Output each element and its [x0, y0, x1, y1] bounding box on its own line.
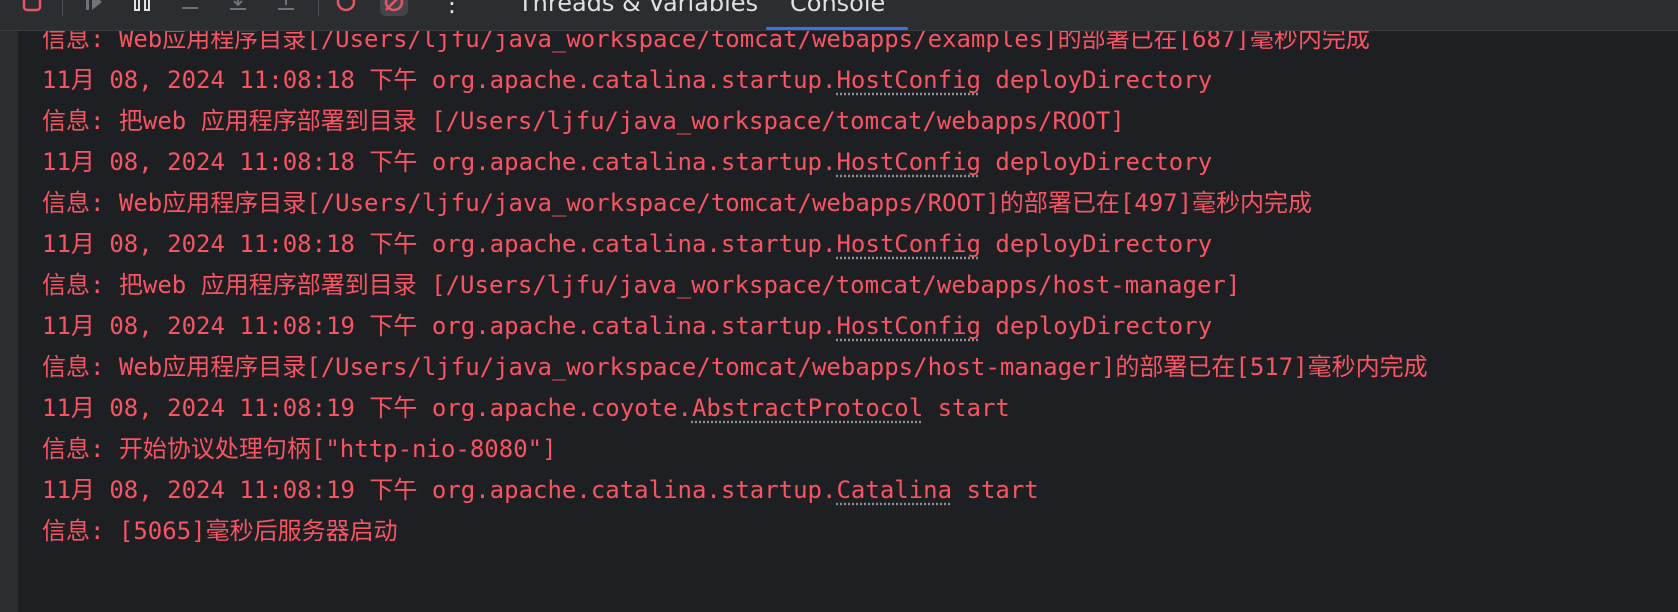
resume-icon[interactable] [80, 0, 108, 16]
log-line: 信息: Web应用程序目录[/Users/ljfu/java_workspace… [42, 353, 1428, 381]
step-out-icon[interactable] [272, 0, 300, 16]
console-gutter [0, 31, 18, 612]
log-line: 信息: 把web 应用程序部署到目录 [/Users/ljfu/java_wor… [42, 271, 1241, 299]
step-over-icon[interactable] [176, 0, 204, 16]
stop-icon[interactable] [18, 0, 46, 16]
class-link[interactable]: Catalina [836, 476, 952, 504]
active-tab-indicator [766, 27, 908, 30]
more-options-icon[interactable]: ⋮ [440, 0, 464, 18]
class-link[interactable]: HostConfig [836, 148, 981, 176]
log-line: 信息: [5065]毫秒后服务器启动 [42, 517, 398, 545]
step-into-icon[interactable] [224, 0, 252, 16]
tab-console[interactable]: Console [790, 0, 885, 18]
mute-breakpoints-icon[interactable] [380, 0, 408, 16]
console-output[interactable]: 信息: Web应用程序目录[/Users/ljfu/java_workspace… [18, 31, 1678, 612]
log-line: 11月 08, 2024 11:08:18 下午 org.apache.cata… [42, 66, 1213, 94]
log-line: 11月 08, 2024 11:08:19 下午 org.apache.cata… [42, 476, 1039, 504]
pause-icon[interactable] [128, 0, 156, 16]
class-link[interactable]: AbstractProtocol [692, 394, 923, 422]
log-line: 11月 08, 2024 11:08:18 下午 org.apache.cata… [42, 230, 1213, 258]
toolbar-divider [62, 0, 63, 16]
log-line: 11月 08, 2024 11:08:19 下午 org.apache.cata… [42, 312, 1213, 340]
log-line: 信息: Web应用程序目录[/Users/ljfu/java_workspace… [42, 31, 1370, 53]
toolbar-divider [318, 0, 319, 16]
tab-threads-variables[interactable]: Threads & Variables [518, 0, 758, 18]
debug-toolbar: ⋮ Threads & Variables Console [0, 0, 1678, 31]
log-line: 11月 08, 2024 11:08:19 下午 org.apache.coyo… [42, 394, 1010, 422]
log-line: 11月 08, 2024 11:08:18 下午 org.apache.cata… [42, 148, 1213, 176]
class-link[interactable]: HostConfig [836, 312, 981, 340]
log-line: 信息: 把web 应用程序部署到目录 [/Users/ljfu/java_wor… [42, 107, 1125, 135]
log-line: 信息: Web应用程序目录[/Users/ljfu/java_workspace… [42, 189, 1313, 217]
class-link[interactable]: HostConfig [836, 230, 981, 258]
view-breakpoints-icon[interactable] [332, 0, 360, 16]
log-line: 信息: 开始协议处理句柄["http-nio-8080"] [42, 435, 557, 463]
class-link[interactable]: HostConfig [836, 66, 981, 94]
